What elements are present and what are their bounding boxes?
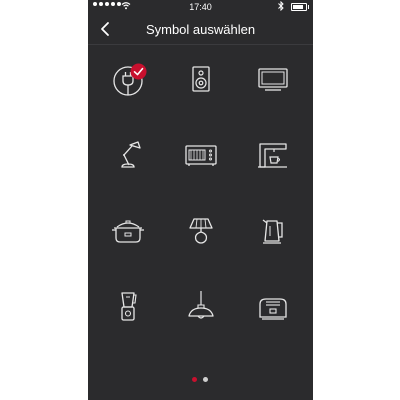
tv-icon [258, 68, 288, 91]
symbol-option-speaker[interactable] [176, 54, 226, 104]
pendant-lamp-icon [188, 291, 214, 319]
symbol-option-table-lamp[interactable] [176, 206, 226, 256]
desk-lamp-icon [121, 141, 141, 168]
status-bar: 17:40 [88, 0, 313, 14]
page-dot-2[interactable] [203, 377, 208, 382]
symbol-option-blender[interactable] [103, 282, 153, 332]
speaker-icon [192, 66, 210, 92]
plug-icon [113, 63, 147, 96]
app-screen: 17:40 Symbol auswählen [88, 0, 313, 400]
page-dot-1[interactable] [192, 377, 197, 382]
selected-check-badge [130, 63, 147, 80]
toaster-icon [259, 298, 287, 320]
symbol-option-plug[interactable] [103, 54, 153, 104]
page-title: Symbol auswählen [145, 22, 256, 37]
kettle-icon [262, 219, 283, 244]
symbol-grid [88, 54, 313, 354]
rice-cooker-icon [112, 220, 144, 243]
back-button[interactable] [98, 20, 114, 38]
symbol-option-pendant-lamp[interactable] [176, 282, 226, 332]
chevron-left-icon [101, 22, 109, 36]
bluetooth-icon [278, 1, 284, 11]
symbol-option-desk-lamp[interactable] [103, 130, 153, 180]
coffee-machine-icon [258, 143, 287, 168]
battery-icon [291, 3, 309, 11]
nav-bar: Symbol auswählen [88, 14, 313, 45]
symbol-option-toaster[interactable] [248, 282, 298, 332]
symbol-option-tv[interactable] [248, 54, 298, 104]
symbol-option-coffee-machine[interactable] [248, 130, 298, 180]
symbol-option-rice-cooker[interactable] [103, 206, 153, 256]
microwave-icon [185, 145, 217, 166]
blender-icon [121, 292, 137, 321]
symbol-option-microwave[interactable] [176, 130, 226, 180]
page-indicator [88, 377, 313, 385]
table-lamp-icon [189, 218, 213, 244]
symbol-option-kettle[interactable] [248, 206, 298, 256]
